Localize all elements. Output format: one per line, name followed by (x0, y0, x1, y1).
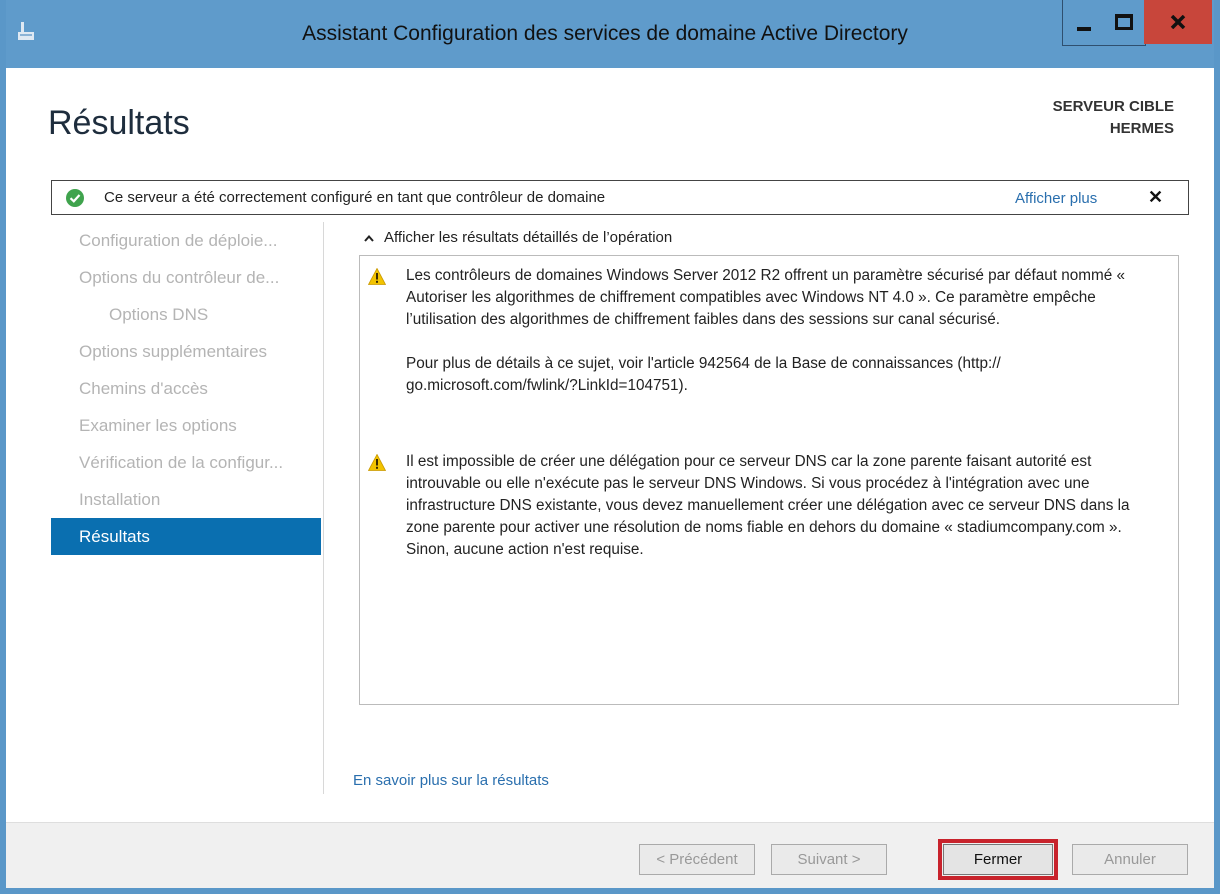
dismiss-notification-icon[interactable]: ✕ (1148, 187, 1163, 208)
success-notification: Ce serveur a été correctement configuré … (51, 180, 1189, 215)
target-server: SERVEUR CIBLE HERMES (1053, 96, 1174, 140)
wizard-window: Assistant Configuration des services de … (0, 0, 1220, 894)
close-button[interactable]: Fermer (938, 839, 1058, 880)
learn-more-link[interactable]: En savoir plus sur la résultats (353, 772, 549, 789)
minimize-icon (1077, 27, 1091, 31)
target-server-name: HERMES (1109, 120, 1174, 137)
notification-text: Ce serveur a été correctement configuré … (104, 189, 606, 206)
result-message-paragraph: Les contrôleurs de domaines Windows Serv… (406, 267, 1126, 328)
result-message-text: Les contrôleurs de domaines Windows Serv… (406, 265, 1166, 397)
warning-icon (368, 268, 386, 285)
show-more-link[interactable]: Afficher plus (1015, 190, 1097, 207)
sidebar-item-additional-options: Options supplémentaires (79, 342, 268, 361)
page-title: Résultats (48, 104, 190, 142)
sidebar-item-paths: Chemins d'accès (79, 379, 208, 398)
sidebar-item-dns-options: Options DNS (109, 305, 209, 324)
details-toggle[interactable]: Afficher les résultats détaillés de l’op… (364, 229, 672, 246)
next-button[interactable]: Suivant > (771, 844, 887, 875)
close-icon (1170, 15, 1186, 29)
maximize-button[interactable] (1104, 0, 1144, 44)
sidebar-item-results[interactable]: Résultats (51, 518, 321, 555)
wizard-footer: < Précédent Suivant > Fermer Annuler (6, 822, 1214, 888)
sidebar-item-installation: Installation (79, 490, 161, 509)
minimize-button[interactable] (1064, 0, 1104, 44)
previous-button[interactable]: < Précédent (639, 844, 755, 875)
target-server-label: SERVEUR CIBLE (1052, 98, 1174, 115)
title-bar[interactable]: Assistant Configuration des services de … (6, 0, 1214, 68)
wizard-steps-nav: Configuration de déploie... Options du c… (51, 222, 321, 555)
close-window-button[interactable] (1144, 0, 1212, 44)
chevron-up-icon (364, 233, 374, 245)
sidebar-divider (323, 222, 324, 794)
cancel-button[interactable]: Annuler (1072, 844, 1188, 875)
success-check-icon (66, 189, 84, 207)
sidebar-item-dc-options: Options du contrôleur de... (79, 268, 280, 287)
details-toggle-label: Afficher les résultats détaillés de l’op… (384, 229, 673, 246)
result-message-kb-paragraph: Pour plus de détails à ce sujet, voir l'… (406, 355, 1001, 394)
window-title: Assistant Configuration des services de … (302, 22, 908, 45)
result-message-paragraph: Il est impossible de créer une délégatio… (406, 453, 1130, 558)
sidebar-item-review: Examiner les options (79, 416, 237, 435)
maximize-icon (1115, 14, 1133, 30)
sidebar-item-deployment: Configuration de déploie... (79, 231, 278, 250)
warning-icon (368, 454, 386, 471)
sidebar-item-prereq-check: Vérification de la configur... (79, 453, 284, 472)
result-message-text: Il est impossible de créer une délégatio… (406, 451, 1166, 561)
results-details-panel[interactable]: Les contrôleurs de domaines Windows Serv… (359, 255, 1179, 705)
